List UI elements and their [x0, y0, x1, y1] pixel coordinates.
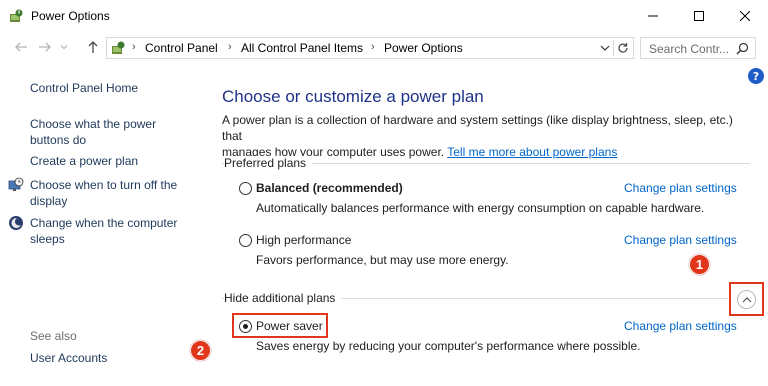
chevron-right-icon: › — [228, 41, 232, 53]
learn-more-link[interactable]: Tell me more about power plans — [447, 145, 617, 159]
page-description: A power plan is a collection of hardware… — [222, 112, 752, 160]
step-marker-2: 2 — [190, 340, 211, 361]
sidebar-link-line: display — [30, 194, 68, 208]
breadcrumb-power-options[interactable]: Power Options — [384, 41, 463, 55]
up-arrow-icon — [88, 41, 98, 53]
control-panel-icon — [112, 41, 125, 54]
address-bar[interactable]: › Control Panel › All Control Panel Item… — [106, 37, 634, 59]
change-plan-settings-balanced[interactable]: Change plan settings — [624, 181, 737, 195]
forward-arrow-icon — [39, 42, 51, 52]
sidebar-link-line: Choose what the power — [30, 117, 157, 131]
chevron-down-icon[interactable] — [599, 42, 611, 54]
change-plan-settings-high-performance[interactable]: Change plan settings — [624, 233, 737, 247]
forward-button[interactable] — [36, 38, 54, 56]
refresh-button[interactable] — [613, 40, 631, 56]
plan-name-balanced[interactable]: Balanced (recommended) — [256, 181, 403, 195]
search-box[interactable]: Search Contr... — [640, 37, 756, 59]
control-panel-home-link[interactable]: Control Panel Home — [30, 80, 138, 96]
plan-name-high-performance[interactable]: High performance — [256, 233, 351, 247]
plan-desc-balanced: Automatically balances performance with … — [256, 201, 705, 215]
clock-monitor-icon — [8, 177, 24, 191]
chevron-right-icon: › — [132, 41, 136, 53]
moon-icon — [9, 216, 23, 230]
navigation-bar: › Control Panel › All Control Panel Item… — [0, 32, 768, 62]
see-also-heading: See also — [30, 329, 77, 343]
highlight-box-collapse — [729, 282, 764, 316]
sidebar-link-line: Choose when to turn off the — [30, 178, 178, 192]
window-title: Power Options — [31, 9, 110, 23]
sidebar-link-line: buttons do — [30, 133, 87, 147]
sidebar-link-sleep[interactable]: Change when the computer sleeps — [30, 215, 177, 247]
sidebar-link-line: sleeps — [30, 232, 65, 246]
refresh-icon — [617, 43, 628, 53]
sidebar-link-create-plan[interactable]: Create a power plan — [30, 153, 138, 169]
minimize-button[interactable] — [630, 0, 676, 32]
plan-desc-high-performance: Favors performance, but may use more ene… — [256, 253, 509, 267]
hide-additional-plans-label[interactable]: Hide additional plans — [224, 291, 342, 305]
sidebar-link-power-buttons[interactable]: Choose what the power buttons do — [30, 116, 156, 148]
search-placeholder: Search Contr... — [649, 42, 730, 56]
recent-locations-button[interactable] — [58, 38, 70, 56]
high-performance-radio[interactable] — [239, 234, 252, 247]
breadcrumb-control-panel[interactable]: Control Panel — [145, 41, 218, 55]
power-options-app-icon — [10, 9, 23, 22]
sidebar-link-line: Create a power plan — [30, 154, 139, 168]
plan-desc-power-saver: Saves energy by reducing your computer's… — [256, 339, 641, 353]
minimize-icon — [648, 15, 658, 17]
breadcrumb-all-items[interactable]: All Control Panel Items — [241, 41, 363, 55]
chevron-right-icon: › — [371, 41, 375, 53]
maximize-icon — [694, 11, 704, 21]
highlight-box-power-saver — [232, 313, 328, 338]
back-arrow-icon — [15, 42, 27, 52]
close-button[interactable] — [722, 0, 768, 32]
maximize-button[interactable] — [676, 0, 722, 32]
sidebar-link-display-off[interactable]: Choose when to turn off the display — [30, 177, 177, 209]
change-plan-settings-power-saver[interactable]: Change plan settings — [624, 319, 737, 333]
search-icon — [736, 42, 749, 55]
close-icon — [740, 11, 750, 21]
user-accounts-link[interactable]: User Accounts — [30, 350, 107, 366]
sidebar-link-line: Change when the computer — [30, 216, 178, 230]
preferred-plans-label: Preferred plans — [224, 156, 313, 170]
back-button[interactable] — [12, 38, 30, 56]
description-line: A power plan is a collection of hardware… — [222, 113, 733, 143]
help-button[interactable]: ? — [748, 68, 764, 84]
title-bar: Power Options — [0, 0, 768, 32]
balanced-radio[interactable] — [239, 182, 252, 195]
page-title: Choose or customize a power plan — [222, 87, 484, 106]
up-button[interactable] — [84, 38, 102, 56]
chevron-down-icon — [60, 45, 68, 50]
step-marker-1: 1 — [689, 254, 710, 275]
